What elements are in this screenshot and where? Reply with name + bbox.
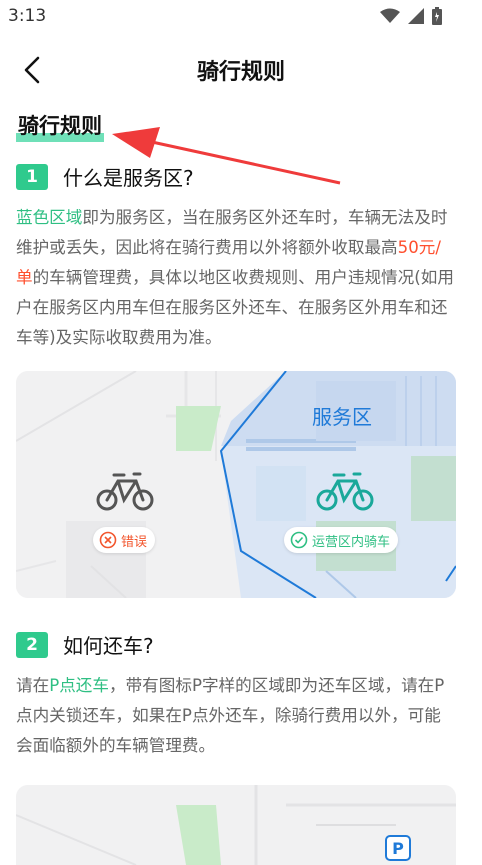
- p-point-highlight: P点还车: [49, 676, 109, 695]
- rules-content: 骑行规则 1 什么是服务区? 蓝色区域即为服务区，当在服务区外还车时，车辆无法及…: [16, 110, 456, 865]
- section-2-text: 请在P点还车，带有图标P字样的区域即为还车区域，请在P点内关锁还车，如果在P点外…: [16, 671, 456, 761]
- section-2-number: 2: [16, 631, 48, 658]
- error-tag-text: 错误: [121, 534, 148, 550]
- map-background: [16, 371, 456, 598]
- parking-map: P: [16, 785, 456, 865]
- section-2-title: 如何还车?: [63, 634, 154, 658]
- nav-title: 骑行规则: [196, 60, 285, 85]
- status-time: 3:13: [8, 6, 47, 26]
- section-1-number: 1: [16, 163, 48, 190]
- section-2-header: 2 如何还车?: [16, 630, 456, 659]
- section-1-text: 蓝色区域即为服务区，当在服务区外还车时，车辆无法及时维护或丢失，因此将在骑行费用…: [16, 203, 456, 353]
- section-1-header: 1 什么是服务区?: [16, 162, 456, 191]
- error-tag: 错误: [93, 527, 156, 553]
- ok-tag-text: 运营区内骑车: [312, 534, 391, 550]
- bike-outside-icon: [96, 472, 154, 511]
- bike-inside-icon: [316, 472, 374, 511]
- section-1-title: 什么是服务区?: [63, 166, 194, 190]
- wifi-icon: [380, 8, 400, 23]
- x-circle-icon: [99, 531, 117, 549]
- ok-tag: 运营区内骑车: [284, 527, 399, 553]
- page-heading: 骑行规则: [16, 110, 104, 142]
- signal-icon: [408, 8, 424, 24]
- status-bar: 3:13: [0, 0, 482, 34]
- status-icons: [380, 7, 442, 25]
- nav-bar: 骑行规则: [0, 40, 482, 100]
- section-2-text-a: 请在: [16, 676, 50, 695]
- service-area-label: 服务区: [312, 405, 372, 429]
- battery-icon: [432, 7, 442, 25]
- service-area-map: 服务区 错误 运营区内骑车: [16, 371, 456, 598]
- blue-area-highlight: 蓝色区域: [16, 208, 83, 227]
- section-1-text-b: 的车辆管理费，具体以地区收费规则、用户违规情况(如用户在服务区内用车但在服务区外…: [16, 268, 454, 347]
- check-circle-icon: [290, 531, 308, 549]
- parking-p-icon: P: [385, 835, 411, 861]
- page-heading-text: 骑行规则: [18, 114, 102, 138]
